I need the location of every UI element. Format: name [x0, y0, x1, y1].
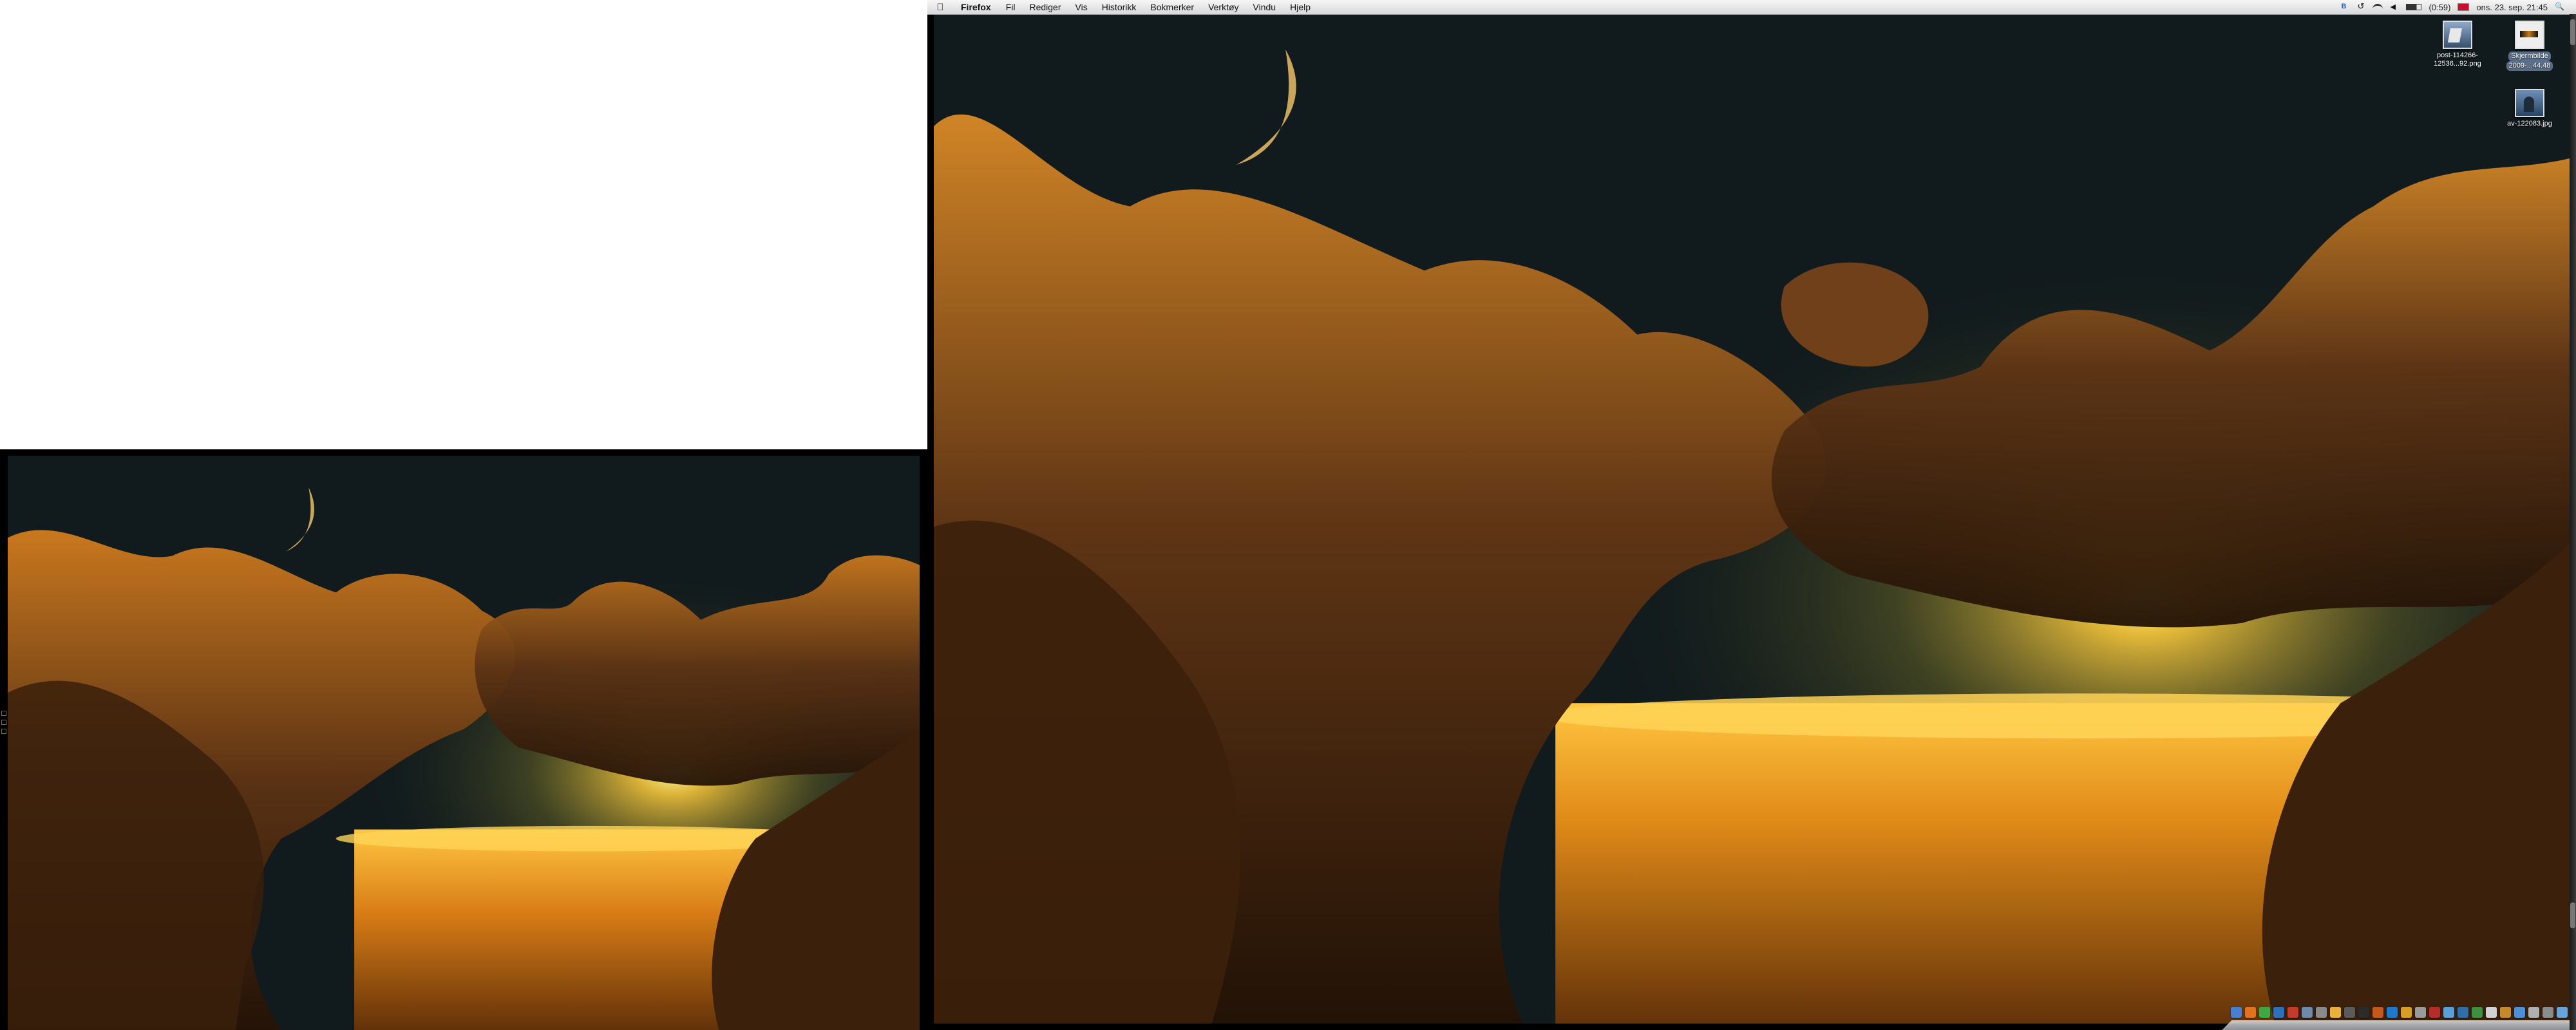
screen-edge-scrollbar[interactable] [2570, 14, 2576, 1030]
edge-marker [1, 720, 6, 725]
dock-app-icon[interactable] [2302, 1007, 2313, 1018]
menu-vindu[interactable]: Vindu [1246, 2, 1283, 12]
secondary-monitor [0, 449, 927, 1030]
desktop-icon-post-png[interactable]: post-114266- 12536...92.png [2425, 21, 2490, 68]
menu-hjelp[interactable]: Hjelp [1283, 2, 1318, 12]
dock-app-icon[interactable] [2316, 1007, 2327, 1018]
screenshot-file-icon [2515, 21, 2544, 49]
battery-time[interactable]: (0:59) [2425, 3, 2454, 12]
dock-app-icon[interactable] [2472, 1007, 2483, 1018]
menubar-clock[interactable]: ons. 23. sep. 21:45 [2472, 3, 2552, 12]
menu-vis[interactable]: Vis [1068, 2, 1095, 12]
image-file-icon [2515, 89, 2544, 117]
menu-bar:  Firefox Fil Rediger Vis Historikk Bokm… [927, 0, 2576, 15]
battery-icon[interactable] [2406, 4, 2422, 10]
edge-marker [1, 711, 6, 716]
dock-shelf [2222, 1020, 2576, 1030]
dock-app-icon[interactable] [2486, 1007, 2497, 1018]
desktop-icon-label: 2009-...44.48 [2506, 61, 2553, 71]
menu-app-name[interactable]: Firefox [953, 2, 999, 12]
menu-fil[interactable]: Fil [999, 2, 1023, 12]
dock-app-icon[interactable] [2387, 1007, 2398, 1018]
desktop-icon-av-jpg[interactable]: av-122083.jpg [2497, 89, 2562, 128]
input-source-flag-icon[interactable] [2458, 3, 2470, 11]
dock-app-icon[interactable] [2358, 1007, 2369, 1018]
dock-app-icon[interactable] [2500, 1007, 2511, 1018]
wifi-icon[interactable] [2372, 3, 2383, 11]
wallpaper-art [8, 456, 920, 1030]
dock-app-icon[interactable] [2543, 1007, 2553, 1018]
apple-icon[interactable]:  [927, 2, 953, 13]
menu-rediger[interactable]: Rediger [1022, 2, 1068, 12]
desktop-icon-label: Skjermbilde [2508, 52, 2551, 61]
bluetooth-icon[interactable] [2339, 3, 2349, 12]
time-machine-icon[interactable] [2356, 1, 2366, 12]
image-file-icon [2443, 21, 2472, 49]
dock-app-icon[interactable] [2415, 1007, 2426, 1018]
dock-app-icon[interactable] [2372, 1007, 2383, 1018]
dock-app-icon[interactable] [2231, 1007, 2242, 1018]
dock-app-icon[interactable] [2287, 1007, 2298, 1018]
desktop-icon-label: av-122083.jpg [2507, 120, 2552, 127]
status-area: (0:59) ons. 23. sep. 21:45 [2336, 1, 2576, 12]
scroll-knob[interactable] [2570, 903, 2575, 928]
dock-app-icon[interactable] [2557, 1007, 2568, 1018]
desktop-icon-label: post-114266- [2436, 52, 2478, 59]
dock-app-icon[interactable] [2273, 1007, 2284, 1018]
dock-app-icon[interactable] [2458, 1007, 2468, 1018]
menu-verktoy[interactable]: Verktøy [1201, 2, 1245, 12]
dock-app-icon[interactable] [2514, 1007, 2525, 1018]
spotlight-search-icon[interactable] [2555, 2, 2565, 12]
scroll-knob[interactable] [2570, 19, 2575, 45]
dock-items [2231, 1007, 2576, 1018]
wallpaper-art [934, 14, 2570, 1024]
window-edge-markers [0, 707, 6, 758]
main-desktop-wallpaper [934, 14, 2570, 1024]
dock-app-icon[interactable] [2245, 1007, 2256, 1018]
menu-bokmerker[interactable]: Bokmerker [1143, 2, 1201, 12]
dock-app-icon[interactable] [2401, 1007, 2412, 1018]
secondary-desktop-wallpaper [8, 456, 920, 1030]
menu-historikk[interactable]: Historikk [1095, 2, 1144, 12]
dock-app-icon[interactable] [2528, 1007, 2539, 1018]
desktop-icon-skjermbilde[interactable]: Skjermbilde 2009-...44.48 [2497, 21, 2562, 71]
dock [2222, 1007, 2576, 1030]
dock-app-icon[interactable] [2344, 1007, 2355, 1018]
dock-app-icon[interactable] [2330, 1007, 2341, 1018]
dock-app-icon[interactable] [2429, 1007, 2440, 1018]
dock-app-icon[interactable] [2259, 1007, 2270, 1018]
main-monitor:  Firefox Fil Rediger Vis Historikk Bokm… [927, 0, 2576, 1030]
edge-marker [1, 729, 6, 734]
dock-app-icon[interactable] [2443, 1007, 2454, 1018]
volume-icon[interactable] [2389, 3, 2400, 12]
desktop-icon-label: 12536...92.png [2434, 60, 2481, 68]
